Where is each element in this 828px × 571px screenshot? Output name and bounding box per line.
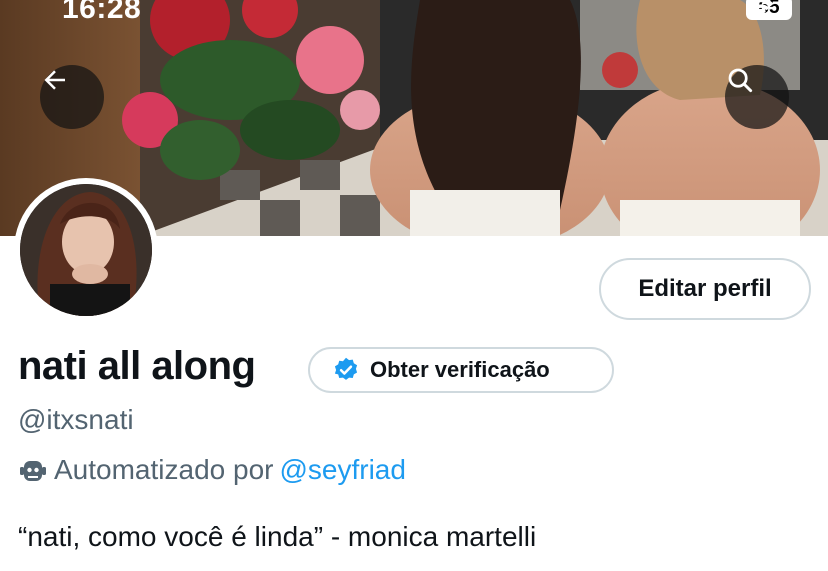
avatar[interactable] bbox=[14, 178, 158, 322]
verified-badge-icon bbox=[334, 357, 358, 380]
automated-prefix: Automatizado por bbox=[54, 454, 274, 485]
automated-by-link[interactable]: @seyfriad bbox=[279, 454, 405, 486]
robot-icon bbox=[20, 461, 46, 481]
get-verified-label: Obter verificação bbox=[370, 357, 550, 382]
search-icon bbox=[728, 68, 753, 93]
status-time: 16:28 bbox=[62, 0, 142, 25]
status-indicators: 65 bbox=[746, 0, 792, 20]
wifi-icon bbox=[748, 0, 774, 17]
profile-bio: “nati, como você é linda” - monica marte… bbox=[18, 521, 537, 552]
search-button[interactable] bbox=[725, 65, 789, 129]
avatar-photo bbox=[20, 184, 152, 316]
automated-label: Automatizado por @seyfriad bbox=[18, 454, 406, 486]
get-verified-button[interactable]: Obter verificação bbox=[308, 347, 614, 393]
display-name: nati all along bbox=[18, 344, 256, 388]
user-handle: @itxsnati bbox=[18, 404, 134, 435]
back-button[interactable] bbox=[40, 65, 104, 129]
edit-profile-button[interactable]: Editar perfil bbox=[599, 258, 811, 320]
arrow-left-icon bbox=[44, 70, 65, 90]
